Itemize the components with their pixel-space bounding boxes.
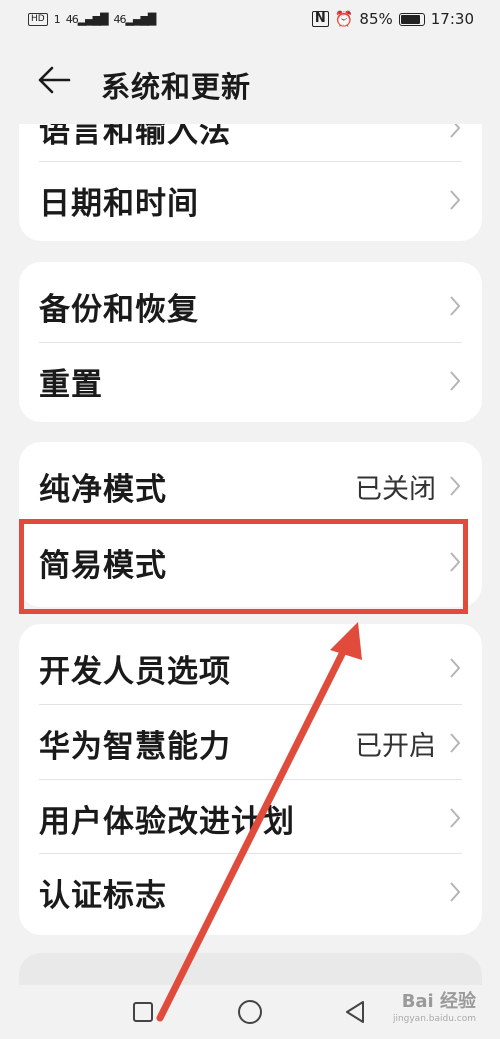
settings-row-language-input[interactable]: 语言和输入法 bbox=[19, 124, 482, 166]
page-header: 系统和更新 bbox=[0, 50, 500, 114]
settings-card-modes: 纯净模式 已关闭 简易模式 bbox=[19, 442, 482, 607]
hd-badge: HD bbox=[28, 12, 48, 26]
chevron-right-icon bbox=[450, 552, 461, 572]
battery-icon bbox=[398, 12, 425, 26]
chevron-right-icon bbox=[450, 733, 461, 753]
alarm-icon: ⏰ bbox=[334, 10, 354, 28]
recent-apps-button[interactable] bbox=[118, 985, 168, 1039]
back-button[interactable] bbox=[330, 985, 380, 1039]
settings-row-developer-options[interactable]: 开发人员选项 bbox=[19, 630, 482, 706]
status-bar: HD 1 46▂▄▆█ 46▂▄▆█ N ⏰ 85% 17:30 bbox=[0, 0, 500, 38]
circle-icon bbox=[238, 1000, 262, 1024]
battery-percent: 85% bbox=[359, 10, 393, 28]
status-right: N ⏰ 85% 17:30 bbox=[311, 10, 474, 28]
row-label: 认证标志 bbox=[39, 877, 167, 914]
page-title: 系统和更新 bbox=[101, 70, 252, 104]
baidu-watermark-url: jingyan.baidu.com bbox=[392, 1014, 476, 1024]
network-type-1: 46 bbox=[65, 12, 79, 26]
chevron-right-icon bbox=[450, 371, 461, 391]
clock: 17:30 bbox=[430, 10, 474, 28]
settings-card-developer-more: 开发人员选项 华为智慧能力 已开启 用户体验改进计划 认证标志 bbox=[19, 624, 482, 935]
row-label: 日期和时间 bbox=[39, 185, 199, 222]
settings-row-pure-mode[interactable]: 纯净模式 已关闭 bbox=[19, 448, 482, 524]
row-label: 重置 bbox=[39, 366, 103, 403]
network-type-2: 46 bbox=[113, 12, 127, 26]
triangle-back-icon bbox=[346, 1001, 364, 1023]
home-button[interactable] bbox=[225, 985, 275, 1039]
chevron-right-icon bbox=[450, 124, 461, 138]
row-label: 备份和恢复 bbox=[39, 291, 199, 328]
chevron-right-icon bbox=[450, 190, 461, 210]
settings-row-certification[interactable]: 认证标志 bbox=[19, 854, 482, 930]
row-label: 华为智慧能力 bbox=[39, 728, 231, 765]
chevron-right-icon bbox=[450, 476, 461, 496]
chevron-right-icon bbox=[450, 882, 461, 902]
row-label: 用户体验改进计划 bbox=[39, 803, 295, 840]
back-arrow-icon[interactable] bbox=[36, 64, 76, 100]
settings-row-user-experience[interactable]: 用户体验改进计划 bbox=[19, 780, 482, 856]
settings-row-huawei-smart[interactable]: 华为智慧能力 已开启 bbox=[19, 705, 482, 781]
chevron-right-icon bbox=[450, 658, 461, 678]
settings-card-language-datetime: 语言和输入法 日期和时间 bbox=[19, 124, 482, 241]
settings-row-date-time[interactable]: 日期和时间 bbox=[19, 162, 482, 238]
row-label: 开发人员选项 bbox=[39, 653, 231, 690]
settings-card-backup-reset: 备份和恢复 重置 bbox=[19, 262, 482, 422]
chevron-right-icon bbox=[450, 808, 461, 828]
row-label: 纯净模式 bbox=[39, 471, 167, 508]
baidu-watermark: Bai 经验 bbox=[401, 991, 476, 1012]
nfc-icon: N bbox=[311, 11, 329, 27]
chevron-right-icon bbox=[450, 296, 461, 316]
square-icon bbox=[133, 1002, 153, 1022]
settings-row-simple-mode[interactable]: 简易模式 bbox=[19, 524, 482, 600]
row-label: 语言和输入法 bbox=[39, 124, 231, 150]
settings-row-backup-restore[interactable]: 备份和恢复 bbox=[19, 268, 482, 344]
sim1-indicator: 1 bbox=[53, 12, 61, 26]
status-left: HD 1 46▂▄▆█ 46▂▄▆█ bbox=[28, 12, 157, 26]
signal-icon-1: 46▂▄▆█ bbox=[65, 12, 109, 26]
settings-row-reset[interactable]: 重置 bbox=[19, 343, 482, 419]
row-status-value: 已开启 bbox=[355, 730, 436, 762]
row-status-value: 已关闭 bbox=[355, 473, 436, 505]
row-label: 简易模式 bbox=[39, 547, 167, 584]
signal-icon-2: 46▂▄▆█ bbox=[113, 12, 157, 26]
